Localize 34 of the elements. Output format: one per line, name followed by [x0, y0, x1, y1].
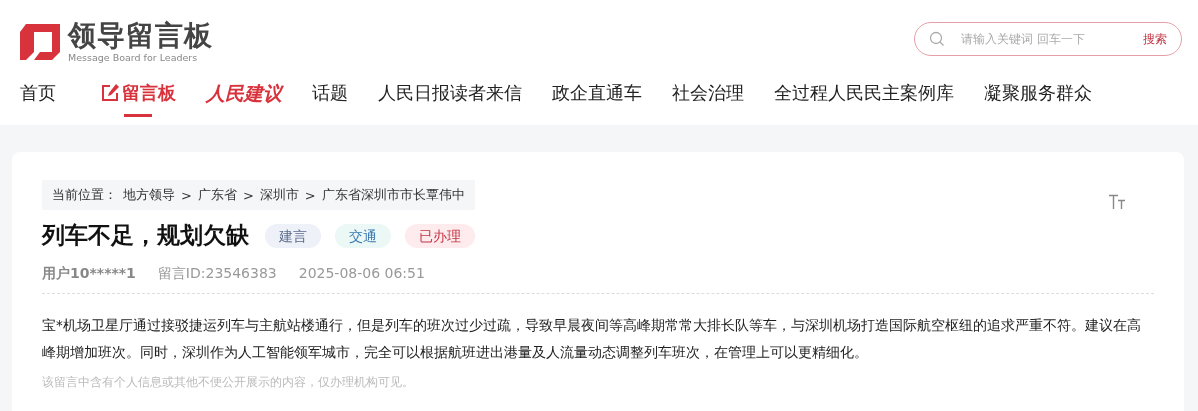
message-id: 留言ID:23546383 [157, 265, 277, 283]
nav-label: 留言板 [122, 81, 176, 105]
nav-tab[interactable]: 留言板 [100, 78, 176, 114]
user-name: 用户10*****1 [42, 265, 136, 283]
nav-tab[interactable]: 人民日报读者来信 [378, 78, 522, 114]
edit-icon [100, 83, 120, 103]
nav-tab[interactable]: 社会治理 [672, 78, 744, 114]
breadcrumb-link[interactable]: 广东省 [197, 186, 237, 204]
breadcrumb-separator: > [242, 187, 254, 203]
breadcrumb-separator: > [181, 187, 192, 203]
nav-tab[interactable]: 人民建议 [206, 78, 282, 114]
search-button[interactable]: 搜索 [1143, 30, 1167, 48]
logo-title: 领导留言板 [68, 20, 213, 52]
breadcrumb-label: 当前位置： [52, 186, 117, 204]
message-body: 宝*机场卫星厅通过接驳捷运列车与主航站楼通行，但是列车的班次过少过疏，导致早晨夜间等高峰期常常大排长队等车，与深圳机场打造国际航空枢纽的追求严重不符。建议在高峰期增加班次。同时，深圳作为人工智能领军城市，完全可以根据航班进出港量及人流量动态调整列车班次，在管理上可以更精细化。 [42, 316, 1142, 362]
logo-icon [20, 23, 60, 60]
breadcrumb-link[interactable]: 深圳市 [259, 186, 299, 204]
message-title: 列车不足，规划欠缺 [42, 221, 249, 250]
search-icon [929, 31, 945, 47]
font-size-icon[interactable] [1108, 194, 1126, 210]
privacy-note: 该留言中含有个人信息或其他不便公开展示的内容，仅办理机构可见。 [42, 374, 415, 391]
tag: 建言 [265, 223, 321, 248]
nav-tab[interactable]: 政企直通车 [552, 78, 642, 114]
post-time: 2025-08-06 06:51 [298, 265, 425, 283]
nav-tab[interactable]: 全过程人民民主案例库 [774, 78, 954, 114]
breadcrumb-separator: > [304, 187, 316, 203]
nav-tab[interactable]: 首页 [20, 78, 56, 114]
breadcrumb-link[interactable]: 广东省深圳市市长覃伟中 [321, 186, 465, 204]
tag: 交通 [335, 223, 391, 248]
nav-tab[interactable]: 凝聚服务群众 [984, 78, 1092, 114]
tag: 已办理 [405, 223, 475, 248]
logo-subtitle: Message Board for Leaders [68, 52, 199, 63]
nav-tab[interactable]: 话题 [312, 78, 348, 114]
breadcrumb-link[interactable]: 地方领导 [123, 186, 175, 204]
